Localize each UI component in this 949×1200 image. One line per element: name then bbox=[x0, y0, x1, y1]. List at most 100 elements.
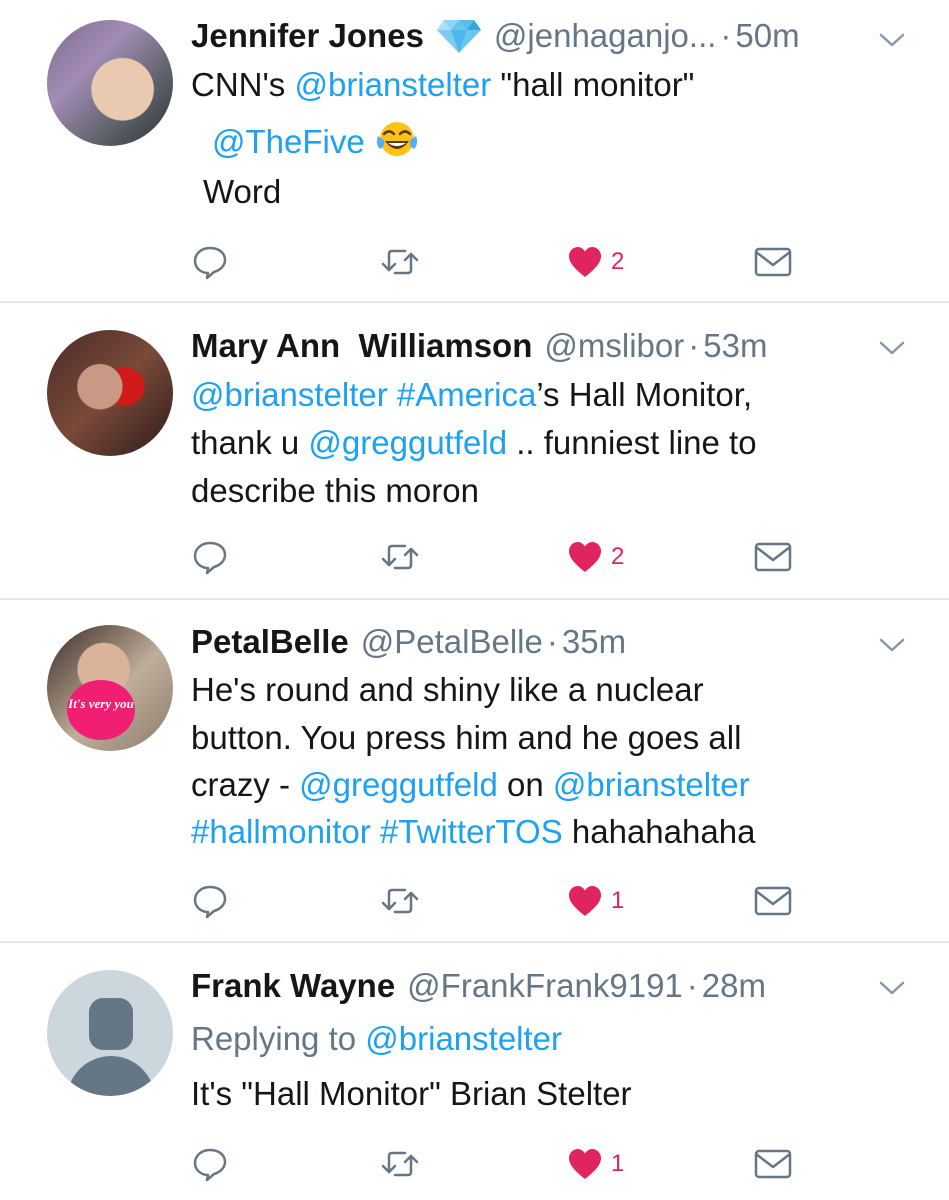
retweet-icon bbox=[381, 249, 419, 275]
tweet-text-line: thank u @greggutfeld .. funniest line to bbox=[191, 421, 757, 465]
tweet-text-line: He's round and shiny like a nuclear bbox=[191, 668, 704, 712]
user-handle[interactable]: @mslibor bbox=[544, 324, 684, 368]
separator-dot: · bbox=[546, 623, 558, 660]
timestamp[interactable]: 53m bbox=[703, 324, 767, 368]
text-segment: .. funniest line to bbox=[507, 424, 757, 461]
tweet-text-line: CNN's @brianstelter "hall monitor" bbox=[191, 63, 694, 107]
tweet-frank-wayne[interactable]: Frank Wayne @FrankFrank9191 · 28m Replyi… bbox=[0, 943, 949, 1200]
mention-link[interactable]: @TheFive bbox=[212, 123, 365, 160]
tweet-text-line: Word bbox=[203, 170, 281, 214]
mention-link[interactable]: @brianstelter bbox=[294, 66, 491, 103]
mention-link[interactable]: @greggutfeld bbox=[299, 766, 498, 803]
tweet-header: Frank Wayne @FrankFrank9191 · 28m bbox=[191, 964, 766, 1008]
hashtag-link[interactable]: #hallmonitor bbox=[191, 813, 371, 850]
like-button[interactable]: 2 bbox=[567, 238, 624, 286]
default-avatar[interactable] bbox=[47, 970, 173, 1096]
text-segment: He's round and shiny like a nuclear bbox=[191, 671, 704, 708]
user-handle[interactable]: @FrankFrank9191 bbox=[407, 964, 683, 1008]
display-name[interactable]: Jennifer Jones bbox=[191, 14, 424, 58]
reply-bubble-icon bbox=[193, 885, 227, 919]
like-count: 1 bbox=[611, 887, 625, 914]
tweet-text-line: @brianstelter #America’s Hall Monitor, bbox=[191, 373, 752, 417]
tweet-text-line: describe this moron bbox=[191, 469, 479, 513]
text-segment bbox=[371, 813, 380, 850]
reply-bubble-icon bbox=[193, 541, 227, 575]
direct-message-button[interactable] bbox=[753, 533, 793, 581]
avatar[interactable] bbox=[47, 330, 173, 456]
avatar-badge-text: It's very you bbox=[67, 680, 135, 740]
separator-dot: · bbox=[688, 327, 700, 364]
like-count: 1 bbox=[611, 1150, 625, 1177]
text-segment: It's "Hall Monitor" Brian Stelter bbox=[191, 1075, 632, 1112]
tweet-actions: 1 bbox=[0, 877, 949, 925]
tweet-header: Mary Ann Williamson @mslibor · 53m bbox=[191, 324, 767, 368]
like-button[interactable]: 1 bbox=[567, 877, 624, 925]
reply-bubble-icon bbox=[193, 1148, 227, 1182]
avatar[interactable] bbox=[47, 20, 173, 146]
avatar-body-shape bbox=[67, 1056, 155, 1096]
like-button[interactable]: 1 bbox=[567, 1140, 624, 1188]
tweet-mary-ann-williamson[interactable]: Mary Ann Williamson @mslibor · 53m @bria… bbox=[0, 303, 949, 599]
tweet-jennifer-jones[interactable]: Jennifer Jones @jenhaganjo... · 50m CNN'… bbox=[0, 0, 949, 302]
retweet-button[interactable] bbox=[380, 533, 420, 581]
text-segment: on bbox=[497, 766, 553, 803]
timestamp[interactable]: 35m bbox=[562, 620, 626, 664]
timestamp[interactable]: 50m bbox=[735, 14, 799, 58]
envelope-icon bbox=[754, 886, 792, 916]
like-count: 2 bbox=[611, 543, 625, 570]
tweet-actions: 2 bbox=[0, 533, 949, 581]
user-handle[interactable]: @jenhaganjo... bbox=[494, 14, 717, 58]
chevron-down-icon[interactable] bbox=[878, 978, 906, 998]
mention-link[interactable]: @brianstelter bbox=[191, 376, 388, 413]
text-segment: thank u bbox=[191, 424, 309, 461]
retweet-button[interactable] bbox=[380, 238, 420, 286]
reply-button[interactable] bbox=[192, 533, 228, 581]
retweet-button[interactable] bbox=[380, 877, 420, 925]
heart-icon bbox=[569, 247, 601, 277]
timestamp[interactable]: 28m bbox=[702, 964, 766, 1008]
like-button[interactable]: 2 bbox=[567, 533, 624, 581]
reply-button[interactable] bbox=[192, 1140, 228, 1188]
tweet-header: Jennifer Jones @jenhaganjo... · 50m bbox=[191, 14, 800, 58]
tweet-actions: 2 bbox=[0, 238, 949, 286]
user-handle[interactable]: @PetalBelle bbox=[361, 620, 543, 664]
text-segment: hahahahaha bbox=[562, 813, 756, 850]
text-segment: CNN's bbox=[191, 66, 295, 103]
direct-message-button[interactable] bbox=[753, 877, 793, 925]
reply-button[interactable] bbox=[192, 238, 228, 286]
display-name[interactable]: Mary Ann Williamson bbox=[191, 324, 532, 368]
reply-bubble-icon bbox=[193, 246, 227, 280]
text-segment: ’s Hall Monitor, bbox=[536, 376, 753, 413]
hashtag-link[interactable]: #America bbox=[397, 376, 536, 413]
tweet-text-line: #hallmonitor #TwitterTOS hahahahaha bbox=[191, 810, 755, 854]
display-name[interactable]: PetalBelle bbox=[191, 620, 349, 664]
direct-message-button[interactable] bbox=[753, 1140, 793, 1188]
avatar[interactable]: It's very you bbox=[47, 625, 173, 751]
mention-link[interactable]: @brianstelter bbox=[553, 766, 750, 803]
avatar-head-shape bbox=[89, 998, 133, 1050]
reply-button[interactable] bbox=[192, 877, 228, 925]
mention-link[interactable]: @greggutfeld bbox=[308, 424, 507, 461]
retweet-icon bbox=[381, 888, 419, 914]
tweet-text-line: @TheFive bbox=[212, 119, 419, 170]
mention-link[interactable]: @brianstelter bbox=[365, 1020, 562, 1057]
chevron-down-icon[interactable] bbox=[878, 635, 906, 655]
direct-message-button[interactable] bbox=[753, 238, 793, 286]
tears-of-joy-emoji-icon bbox=[375, 119, 419, 170]
retweet-icon bbox=[381, 1151, 419, 1177]
like-count: 2 bbox=[611, 248, 625, 275]
separator-dot: · bbox=[686, 967, 698, 1004]
display-name[interactable]: Frank Wayne bbox=[191, 964, 395, 1008]
tweet-text-line: It's "Hall Monitor" Brian Stelter bbox=[191, 1072, 632, 1116]
retweet-icon bbox=[381, 544, 419, 570]
replying-to-label: Replying to bbox=[191, 1020, 366, 1057]
hashtag-link[interactable]: #TwitterTOS bbox=[380, 813, 563, 850]
tweet-petalbelle[interactable]: It's very you PetalBelle @PetalBelle · 3… bbox=[0, 600, 949, 941]
retweet-button[interactable] bbox=[380, 1140, 420, 1188]
tweet-actions: 1 bbox=[0, 1140, 949, 1188]
chevron-down-icon[interactable] bbox=[878, 338, 906, 358]
chevron-down-icon[interactable] bbox=[878, 30, 906, 50]
separator-dot: · bbox=[720, 17, 732, 54]
text-segment: describe this moron bbox=[191, 472, 479, 509]
text-segment bbox=[388, 376, 397, 413]
